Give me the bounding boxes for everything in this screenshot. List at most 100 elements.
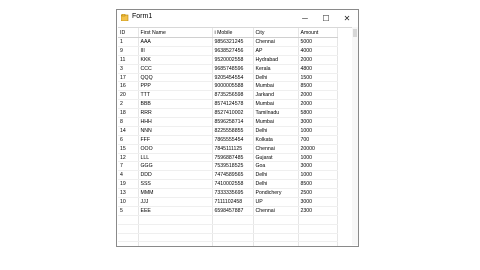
cell-city[interactable]: Kolkata	[253, 135, 299, 145]
cell-city[interactable]: Goa	[253, 161, 299, 172]
cell-id[interactable]: 3	[118, 64, 139, 74]
scrollbar-thumb[interactable]	[353, 29, 357, 37]
cell-mobile[interactable]: 7111102458	[212, 197, 254, 207]
cell-id[interactable]: 11	[118, 55, 139, 65]
empty-cell[interactable]	[253, 215, 299, 225]
table-row[interactable]: 1 AAA 9856321245 Chennai 5000	[118, 37, 338, 47]
cell-first-name[interactable]: KKK	[138, 55, 213, 65]
cell-amount[interactable]: 1000	[298, 153, 338, 163]
cell-amount[interactable]: 20000	[298, 144, 338, 154]
header-mobile[interactable]: i Mobile	[212, 28, 254, 38]
empty-cell[interactable]	[118, 241, 139, 246]
cell-amount[interactable]: 8500	[298, 179, 338, 190]
cell-mobile[interactable]: 7474589565	[212, 170, 254, 181]
title-bar[interactable]: Form1 ─ ☐ ✕	[117, 10, 358, 27]
cell-amount[interactable]: 2000	[298, 99, 338, 110]
cell-first-name[interactable]: AAA	[138, 37, 213, 47]
table-row[interactable]: 7 GGG 7539518525 Goa 3000	[118, 161, 338, 172]
table-row[interactable]: 20 TTT 8735256598 Jarkand 2000	[118, 90, 338, 101]
table-row[interactable]: 9 III 9638527456 AP 4000	[118, 46, 338, 56]
header-id[interactable]: ID	[118, 28, 139, 38]
cell-amount[interactable]: 2300	[298, 206, 338, 216]
empty-cell[interactable]	[138, 215, 213, 225]
cell-id[interactable]: 1	[118, 37, 139, 47]
cell-first-name[interactable]: MMM	[138, 188, 213, 199]
cell-amount[interactable]: 2000	[298, 55, 338, 65]
cell-amount[interactable]: 1000	[298, 126, 338, 136]
cell-first-name[interactable]: CCC	[138, 64, 213, 74]
table-row[interactable]: 4 DDD 7474589565 Delhi 1000	[118, 170, 338, 181]
cell-amount[interactable]: 1000	[298, 170, 338, 181]
cell-id[interactable]: 4	[118, 170, 139, 181]
maximize-button[interactable]: ☐	[316, 10, 336, 27]
cell-first-name[interactable]: HHH	[138, 117, 213, 127]
cell-mobile[interactable]: 7410002558	[212, 179, 254, 190]
cell-mobile[interactable]: 8225558855	[212, 126, 254, 136]
cell-mobile[interactable]: 6598457887	[212, 206, 254, 216]
cell-mobile[interactable]: 9520002558	[212, 55, 254, 65]
cell-amount[interactable]: 2000	[298, 90, 338, 101]
cell-first-name[interactable]: EEE	[138, 206, 213, 216]
table-row[interactable]: 11 KKK 9520002558 Hydrabad 2000	[118, 55, 338, 65]
cell-first-name[interactable]: JJJ	[138, 197, 213, 207]
cell-mobile[interactable]: 7845111125	[212, 144, 254, 154]
cell-id[interactable]: 13	[118, 188, 139, 199]
header-amount[interactable]: Amount	[298, 28, 338, 38]
cell-id[interactable]: 14	[118, 126, 139, 136]
table-row[interactable]: 14 NNN 8225558855 Delhi 1000	[118, 126, 338, 136]
cell-first-name[interactable]: TTT	[138, 90, 213, 101]
cell-city[interactable]: Delhi	[253, 170, 299, 181]
cell-first-name[interactable]: OOO	[138, 144, 213, 154]
cell-first-name[interactable]: DDD	[138, 170, 213, 181]
empty-cell[interactable]	[118, 224, 139, 234]
empty-cell[interactable]	[118, 215, 139, 225]
cell-id[interactable]: 10	[118, 197, 139, 207]
table-row[interactable]: 18 RRR 8527410002 Tamilnadu 5800	[118, 108, 338, 119]
cell-mobile[interactable]: 7333335695	[212, 188, 254, 199]
table-row[interactable]: 8 HHH 8596258714 Mumbai 3000	[118, 117, 338, 127]
table-row[interactable]: 15 OOO 7845111125 Chennai 20000	[118, 144, 338, 154]
cell-city[interactable]: Kerala	[253, 64, 299, 74]
empty-row[interactable]	[118, 241, 338, 246]
empty-cell[interactable]	[138, 224, 213, 234]
cell-id[interactable]: 7	[118, 161, 139, 172]
cell-mobile[interactable]: 9685748596	[212, 64, 254, 74]
cell-city[interactable]: Gujarat	[253, 153, 299, 163]
cell-amount[interactable]: 4000	[298, 46, 338, 56]
cell-amount[interactable]: 3000	[298, 117, 338, 127]
cell-city[interactable]: Chennai	[253, 206, 299, 216]
empty-cell[interactable]	[253, 233, 299, 243]
cell-first-name[interactable]: NNN	[138, 126, 213, 136]
cell-mobile[interactable]: 7596887485	[212, 153, 254, 163]
cell-amount[interactable]: 3000	[298, 197, 338, 207]
cell-mobile[interactable]: 8596258714	[212, 117, 254, 127]
close-button[interactable]: ✕	[337, 10, 357, 27]
cell-first-name[interactable]: LLL	[138, 153, 213, 163]
cell-city[interactable]: Jarkand	[253, 90, 299, 101]
cell-mobile[interactable]: 9856321245	[212, 37, 254, 47]
data-grid[interactable]: ID First Name i Mobile City Amount 1 AAA 9…	[118, 27, 357, 246]
empty-cell[interactable]	[253, 224, 299, 234]
empty-cell[interactable]	[212, 215, 254, 225]
cell-first-name[interactable]: RRR	[138, 108, 213, 119]
cell-mobile[interactable]: 8574124578	[212, 99, 254, 110]
empty-cell[interactable]	[298, 233, 338, 243]
cell-first-name[interactable]: FFF	[138, 135, 213, 145]
cell-first-name[interactable]: GGG	[138, 161, 213, 172]
cell-amount[interactable]: 700	[298, 135, 338, 145]
cell-city[interactable]: Mumbai	[253, 117, 299, 127]
cell-city[interactable]: Mumbai	[253, 81, 299, 92]
cell-amount[interactable]: 1500	[298, 73, 338, 83]
cell-id[interactable]: 15	[118, 144, 139, 154]
cell-amount[interactable]: 4800	[298, 64, 338, 74]
empty-row[interactable]	[118, 224, 338, 234]
cell-amount[interactable]: 5000	[298, 37, 338, 47]
cell-first-name[interactable]: PPP	[138, 81, 213, 92]
table-row[interactable]: 13 MMM 7333335695 Pondichery 2500	[118, 188, 338, 199]
empty-row[interactable]	[118, 215, 338, 225]
minimize-button[interactable]: ─	[295, 10, 315, 27]
cell-city[interactable]: Chennai	[253, 37, 299, 47]
cell-id[interactable]: 2	[118, 99, 139, 110]
empty-cell[interactable]	[212, 241, 254, 246]
empty-cell[interactable]	[212, 233, 254, 243]
